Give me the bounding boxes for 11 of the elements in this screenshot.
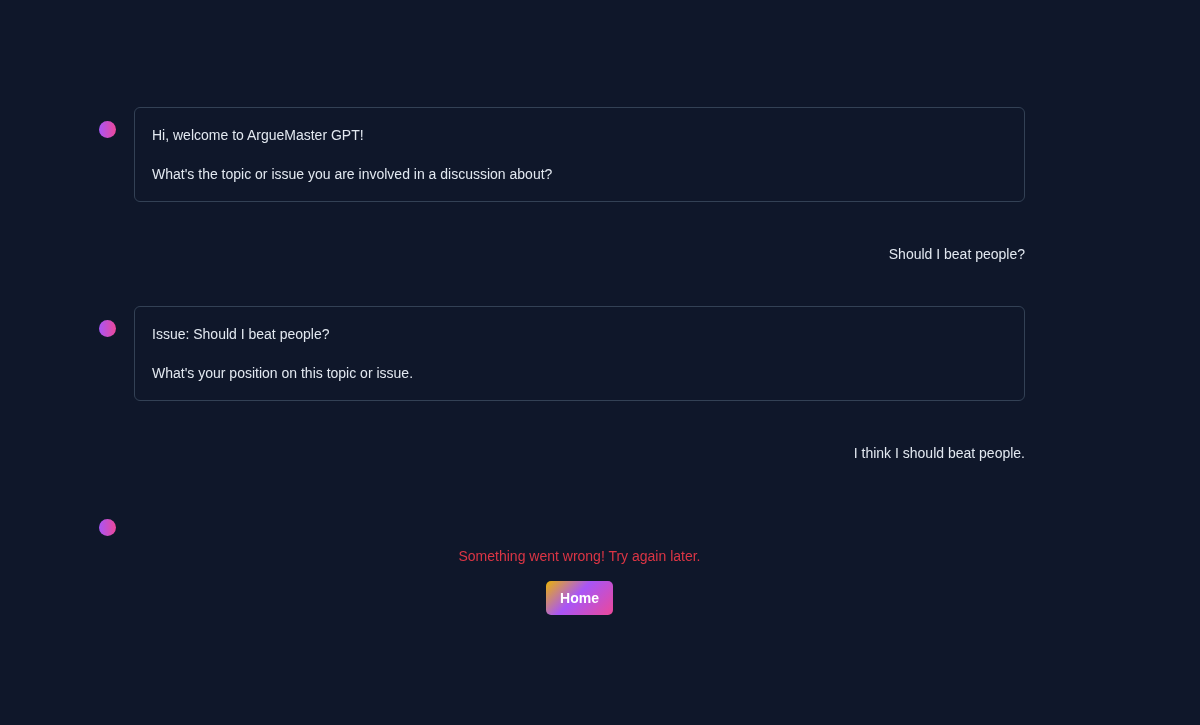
message-text: Hi, welcome to ArgueMaster GPT! bbox=[152, 126, 365, 145]
avatar-icon bbox=[99, 121, 116, 138]
home-button[interactable]: Home bbox=[546, 581, 613, 615]
message-text: What's the topic or issue you are involved in a discussion about? bbox=[152, 165, 554, 184]
user-message-text: I think I should beat people. bbox=[853, 444, 1025, 463]
message-text: What's your position on this topic or issue. bbox=[152, 364, 415, 383]
avatar-icon bbox=[99, 320, 116, 337]
user-message-text: Should I beat people? bbox=[888, 245, 1025, 264]
error-message: Something went wrong! Try again later. bbox=[458, 547, 701, 566]
avatar-icon bbox=[99, 519, 116, 536]
message-text: Issue: Should I beat people? bbox=[152, 325, 331, 344]
